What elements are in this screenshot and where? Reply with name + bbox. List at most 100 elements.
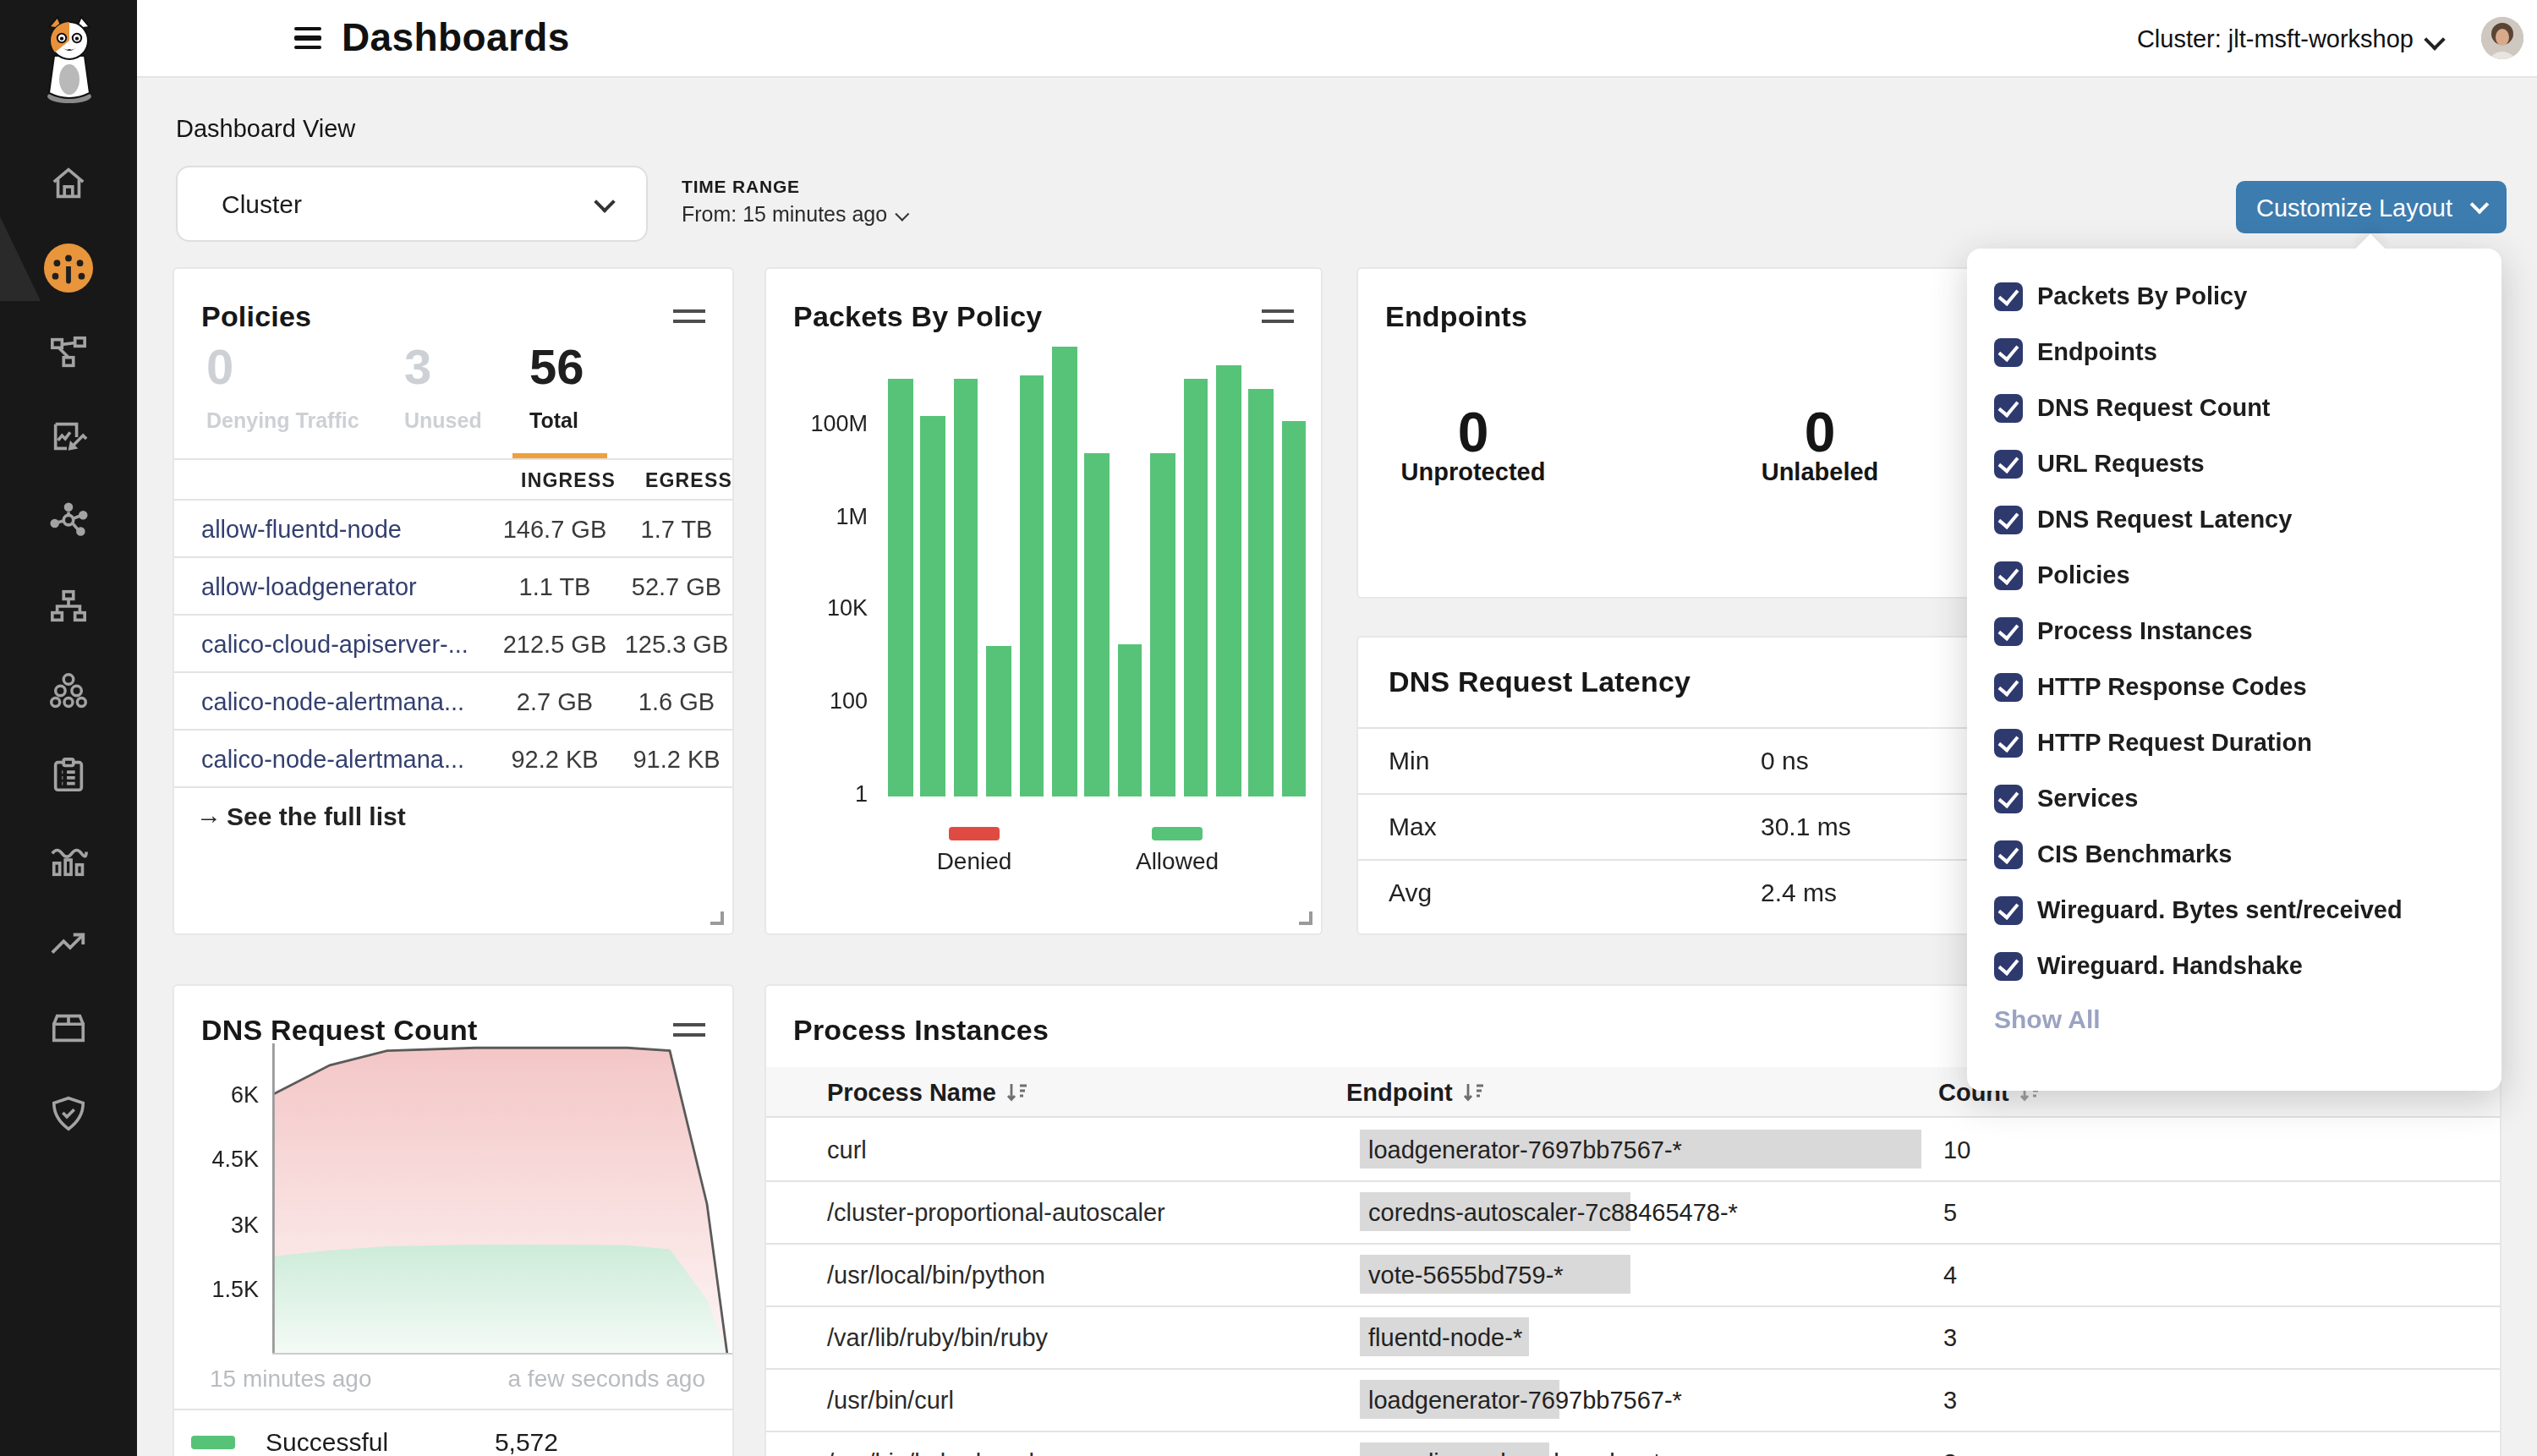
dropdown-item-label: URL Requests <box>2037 451 2205 478</box>
avatar[interactable] <box>2481 17 2523 59</box>
shield-check-icon[interactable] <box>49 1094 88 1133</box>
ingress-value: 146.7 GB <box>503 516 607 543</box>
dropdown-item[interactable]: Wireguard. Bytes sent/received <box>1994 896 2403 924</box>
checkbox-checked-icon[interactable] <box>1994 282 2022 310</box>
checkbox-checked-icon[interactable] <box>1994 394 2022 422</box>
latency-label: Avg <box>1389 878 1432 906</box>
dropdown-item[interactable]: HTTP Response Codes <box>1994 673 2307 701</box>
endpoint-value: loadgenerator-7697bb7567-* <box>1368 1136 1682 1163</box>
network-graph-icon[interactable] <box>49 502 88 541</box>
card-title: Policies <box>201 301 311 335</box>
dashboards-icon[interactable] <box>42 242 95 294</box>
dropdown-item-label: Services <box>2037 785 2138 813</box>
policy-link[interactable]: calico-cloud-apiserver-... <box>201 631 468 658</box>
dashboard-view-select[interactable]: Cluster <box>176 166 648 242</box>
cluster-circles-icon[interactable] <box>49 671 88 710</box>
see-full-list-link[interactable]: →See the full list <box>227 802 406 830</box>
checkbox-checked-icon[interactable] <box>1994 785 2022 813</box>
bar <box>1249 389 1274 796</box>
dropdown-item[interactable]: Packets By Policy <box>1994 282 2247 310</box>
time-range-value[interactable]: From: 15 minutes ago <box>682 203 904 227</box>
dropdown-item[interactable]: DNS Request Latency <box>1994 506 2292 534</box>
checkbox-checked-icon[interactable] <box>1994 896 2022 924</box>
egress-column-header[interactable]: EGRESS <box>624 470 732 490</box>
time-range-label: TIME RANGE <box>682 176 800 196</box>
dropdown-item-label: Process Instances <box>2037 618 2253 645</box>
checkbox-checked-icon[interactable] <box>1994 506 2022 534</box>
process-name-header[interactable]: Process Name <box>827 1079 1028 1106</box>
dropdown-item[interactable]: CIS Benchmarks <box>1994 840 2233 868</box>
cluster-switcher[interactable]: Cluster: jlt-msft-workshop <box>2137 25 2414 52</box>
top-header: Dashboards Cluster: jlt-msft-workshop <box>137 0 2537 78</box>
drag-handle-icon[interactable] <box>673 1023 705 1037</box>
card-title: Process Instances <box>793 1015 1049 1048</box>
drag-handle-icon[interactable] <box>673 309 705 323</box>
card-title: DNS Request Latency <box>1389 666 1690 700</box>
dropdown-item[interactable]: Services <box>1994 785 2138 813</box>
policy-link[interactable]: allow-loadgenerator <box>201 573 417 600</box>
dropdown-item[interactable]: Policies <box>1994 561 2130 589</box>
checkbox-checked-icon[interactable] <box>1994 673 2022 701</box>
bar <box>1150 454 1175 796</box>
endpoint-value: coredns-autoscaler-7c88465478-* <box>1368 1199 1738 1226</box>
dropdown-item[interactable]: Endpoints <box>1994 338 2157 366</box>
dropdown-item[interactable]: HTTP Request Duration <box>1994 729 2312 757</box>
ingress-value: 1.1 TB <box>519 573 591 600</box>
checkbox-checked-icon[interactable] <box>1994 338 2022 366</box>
policy-link[interactable]: calico-node-alertmana... <box>201 746 464 773</box>
egress-value: 125.3 GB <box>625 631 729 658</box>
latency-value: 2.4 ms <box>1761 878 1837 906</box>
endpoint-value: vote-5655bd759-* <box>1368 1262 1564 1289</box>
endpoint-value: fluentd-node-* <box>1368 1324 1522 1351</box>
chevron-down-icon <box>2470 195 2490 215</box>
dropdown-item[interactable]: Wireguard. Handshake <box>1994 952 2303 980</box>
successful-label: Successful <box>266 1427 388 1456</box>
flow-metrics-icon[interactable] <box>49 840 88 879</box>
checkbox-checked-icon[interactable] <box>1994 840 2022 868</box>
dropdown-item[interactable]: DNS Request Count <box>1994 394 2271 422</box>
bar <box>1085 454 1110 796</box>
egress-value: 52.7 GB <box>632 573 721 600</box>
customize-layout-button[interactable]: Customize Layout <box>2236 181 2507 233</box>
y-tick: 1M <box>766 503 868 528</box>
calico-cat-logo <box>34 15 105 107</box>
checkbox-checked-icon[interactable] <box>1994 450 2022 478</box>
resize-handle[interactable] <box>710 911 724 925</box>
legend-label: Allowed <box>1136 847 1219 874</box>
show-all-link[interactable]: Show All <box>1994 1004 2101 1033</box>
count-value: 4 <box>1943 1262 1957 1289</box>
service-graph-icon[interactable] <box>49 418 88 457</box>
stat-label[interactable]: Total <box>529 409 578 433</box>
count-value: 10 <box>1943 1136 1970 1163</box>
chevron-down-icon <box>895 207 909 222</box>
trend-icon[interactable] <box>49 925 88 964</box>
endpoint-header[interactable]: Endpoint <box>1346 1079 1485 1106</box>
unprotected-count: 0 <box>1458 401 1489 465</box>
ingress-column-header[interactable]: INGRESS <box>501 470 616 490</box>
process-name: /var/lib/ruby/bin/ruby <box>827 1324 1048 1351</box>
legend-label: Denied <box>937 847 1012 874</box>
stat-value: 3 <box>404 340 431 396</box>
hierarchy-icon[interactable] <box>49 587 88 626</box>
drag-handle-icon[interactable] <box>1262 309 1294 323</box>
package-box-icon[interactable] <box>49 1010 88 1048</box>
checkbox-checked-icon[interactable] <box>1994 729 2022 757</box>
page-title: Dashboards <box>342 15 570 61</box>
dropdown-item[interactable]: Process Instances <box>1994 617 2253 645</box>
checkbox-checked-icon[interactable] <box>1994 617 2022 645</box>
home-icon[interactable] <box>49 164 88 203</box>
compliance-clipboard-icon[interactable] <box>49 756 88 795</box>
policy-link[interactable]: allow-fluentd-node <box>201 516 402 543</box>
policy-link[interactable]: calico-node-alertmana... <box>201 688 464 715</box>
policy-nodes-icon[interactable] <box>49 333 88 372</box>
count-value: 3 <box>1943 1387 1957 1414</box>
menu-icon[interactable] <box>294 27 321 49</box>
bar <box>1183 380 1208 796</box>
checkbox-checked-icon[interactable] <box>1994 952 2022 980</box>
resize-handle[interactable] <box>1299 911 1312 925</box>
process-name: /cluster-proportional-autoscaler <box>827 1199 1165 1226</box>
bar <box>986 646 1011 796</box>
dropdown-item[interactable]: URL Requests <box>1994 450 2205 478</box>
bar <box>888 380 912 796</box>
checkbox-checked-icon[interactable] <box>1994 561 2022 589</box>
